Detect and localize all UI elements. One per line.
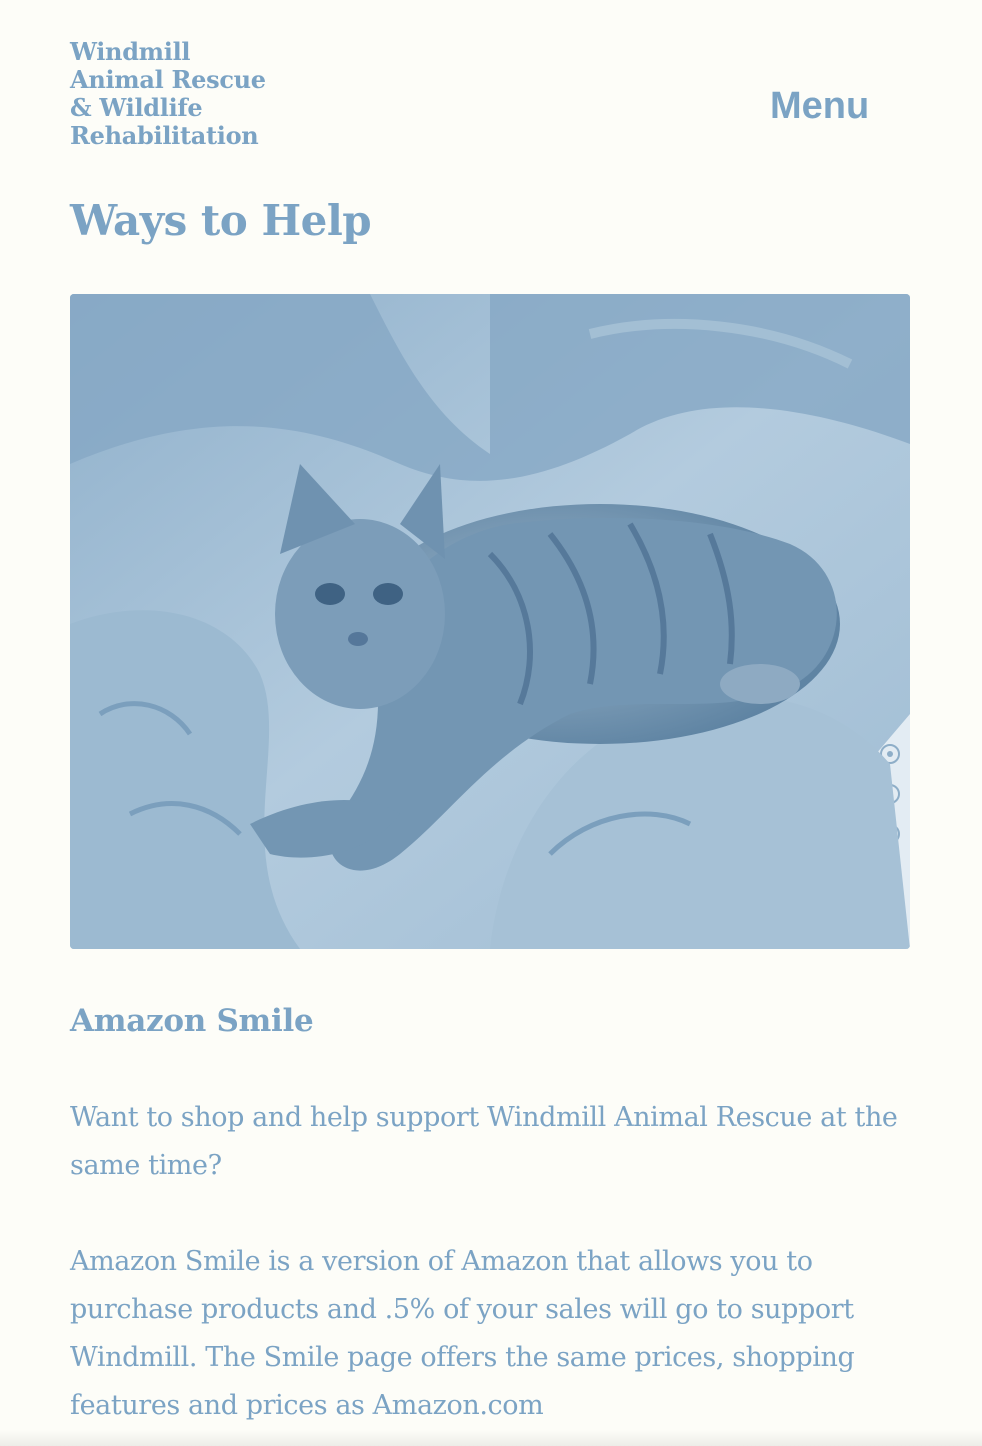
bottom-fade xyxy=(0,1430,982,1446)
intro-paragraph: Want to shop and help support Windmill A… xyxy=(70,1102,898,1181)
site-title-link[interactable]: Windmill Animal Rescue & Wildlife Rehabi… xyxy=(70,38,330,150)
site-title-line: & Wildlife xyxy=(70,93,203,122)
section-heading: Amazon Smile xyxy=(70,1003,314,1039)
menu-button[interactable]: Menu xyxy=(770,84,869,128)
site-title-line: Rehabilitation xyxy=(70,121,259,150)
description-paragraph: Amazon Smile is a version of Amazon that… xyxy=(70,1246,855,1421)
site-title-line: Windmill xyxy=(70,37,191,66)
site-title-line: Animal Rescue xyxy=(70,65,266,94)
kitten-photo xyxy=(70,294,910,949)
page-title: Ways to Help xyxy=(70,196,372,245)
